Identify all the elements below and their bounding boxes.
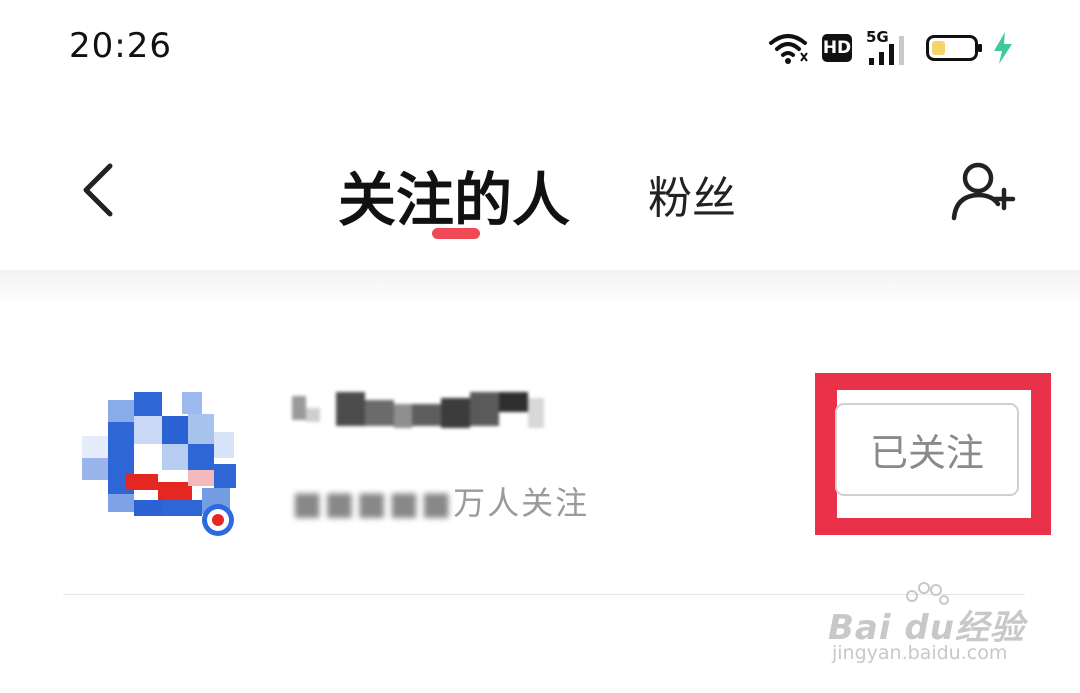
follower-count: ■■■■■万人关注 — [292, 478, 589, 524]
tab-fans[interactable]: 粉丝 — [648, 162, 736, 226]
charging-icon — [994, 32, 1012, 64]
section-separator — [0, 270, 1080, 308]
wifi-icon — [769, 34, 808, 64]
following-button[interactable]: 已关注 — [835, 403, 1019, 496]
battery-icon — [926, 35, 982, 61]
user-name-pixelated — [292, 388, 582, 434]
status-bar: 20:26 HD 5G — [0, 0, 1080, 95]
follower-count-label: 万人关注 — [453, 484, 590, 522]
hd-icon: HD — [822, 34, 852, 62]
watermark-url: jingyan.baidu.com — [832, 642, 1008, 664]
tab-following[interactable]: 关注的人 — [338, 153, 570, 237]
active-tab-indicator — [432, 228, 480, 239]
5g-signal-icon: 5G — [866, 28, 912, 66]
watermark: Bai du经验 jingyan.baidu.com — [828, 578, 1028, 673]
list-item[interactable]: ■■■■■万人关注 已关注 — [0, 330, 1080, 590]
avatar[interactable] — [82, 392, 242, 542]
status-time: 20:26 — [69, 26, 172, 66]
status-icons: HD 5G — [768, 28, 1014, 68]
back-arrow-icon[interactable] — [74, 160, 124, 220]
follower-count-blurred: ■■■■■ — [292, 484, 454, 522]
header: 关注的人 粉丝 — [0, 120, 1080, 270]
add-user-icon[interactable] — [948, 160, 1020, 225]
